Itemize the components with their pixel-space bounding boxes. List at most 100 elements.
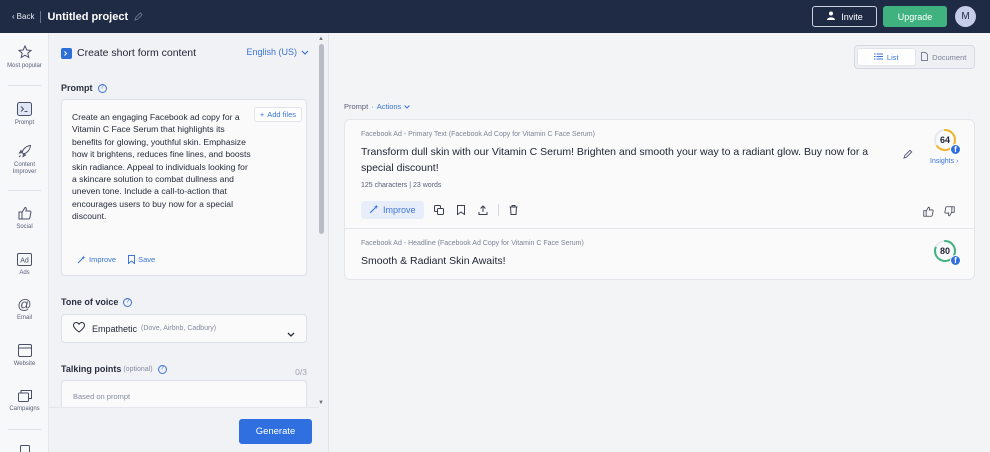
add-files-button[interactable]: + Add files — [253, 107, 302, 122]
save-label: Save — [138, 255, 156, 264]
result-text[interactable]: Transform dull skin with our Vitamin C S… — [361, 145, 901, 176]
nav-item-social[interactable]: Social — [0, 205, 49, 231]
language-label: English (US) — [246, 47, 297, 57]
copy-icon[interactable] — [432, 203, 446, 217]
plus-icon: + — [259, 110, 265, 119]
form-scrollbar[interactable]: ▲ ▼ — [317, 36, 326, 406]
scroll-thumb[interactable] — [319, 44, 324, 234]
nav-label: Content Improver — [12, 162, 37, 175]
chevron-left-icon: ‹ — [12, 12, 15, 21]
prompt-text: Create an engaging Facebook ad copy for … — [72, 112, 251, 222]
bookmark-icon[interactable] — [454, 203, 468, 217]
ad-icon: Ad — [17, 251, 33, 267]
view-document-label: Document — [932, 52, 967, 62]
nav-item-prompt[interactable]: Prompt — [0, 101, 49, 127]
nav-item-ads[interactable]: Ad Ads — [0, 251, 49, 277]
improve-label: Improve — [383, 205, 416, 215]
edit-title-icon[interactable] — [134, 8, 143, 26]
help-icon[interactable]: ? — [97, 83, 107, 93]
actions-label: Actions — [376, 102, 402, 111]
results-list: Facebook Ad - Primary Text (Facebook Ad … — [344, 119, 975, 280]
insights-link[interactable]: Insights › — [930, 158, 958, 165]
results-area: List Document Prompt · Actions Facebook … — [330, 33, 990, 452]
result-label: Facebook Ad - Headline (Facebook Ad Copy… — [361, 240, 584, 247]
help-icon[interactable]: ? — [157, 364, 167, 374]
nav-label: Website — [13, 361, 36, 367]
heart-icon — [72, 320, 86, 338]
language-select[interactable]: English (US) — [246, 47, 309, 57]
prompt-label: Prompt — [344, 102, 369, 111]
document-icon — [921, 51, 929, 63]
view-document-button[interactable]: Document — [916, 48, 973, 66]
generate-button[interactable]: Generate — [239, 419, 312, 444]
thumbs-up-icon — [17, 205, 33, 221]
thumbs-up-icon[interactable] — [923, 204, 934, 222]
star-icon — [17, 44, 33, 60]
nav-label: Ads — [19, 270, 30, 276]
tone-label: Tone of voice — [61, 297, 119, 307]
nav-item-most-popular[interactable]: Most popular — [0, 44, 49, 70]
talking-points-input[interactable]: Based on prompt — [61, 380, 307, 410]
save-prompt-button[interactable]: Save — [128, 255, 155, 264]
talking-points-label: Talking points — [61, 364, 122, 374]
chevron-down-icon — [287, 324, 295, 342]
help-icon[interactable]: ? — [123, 297, 133, 307]
add-files-label: Add files — [267, 110, 296, 119]
upgrade-button[interactable]: Upgrade — [883, 6, 947, 27]
optional-label: (optional) — [123, 365, 153, 373]
improve-result-button[interactable]: Improve — [361, 201, 424, 219]
nav-divider — [8, 85, 41, 86]
prompt-section-label: Prompt ? — [61, 83, 107, 93]
nav-item-email[interactable]: @ Email — [0, 296, 49, 322]
thumbs-down-icon[interactable] — [944, 204, 955, 222]
trash-icon[interactable] — [507, 203, 521, 217]
nav-item-campaigns[interactable]: Campaigns — [0, 387, 49, 413]
back-button[interactable]: ‹ Back — [12, 12, 34, 21]
separator-dot: · — [371, 102, 374, 111]
magic-wand-icon — [369, 204, 379, 216]
score-gauge: 80 f — [933, 239, 961, 267]
nav-item-website[interactable]: Website — [0, 342, 49, 368]
divider — [497, 204, 499, 216]
share-icon[interactable] — [476, 203, 490, 217]
scroll-up-icon[interactable]: ▲ — [318, 36, 324, 42]
prompt-actions-bar: Prompt · Actions — [344, 102, 411, 111]
left-nav: Most popular Prompt Content Improver Soc… — [0, 33, 49, 452]
rocket-icon — [17, 143, 33, 159]
improve-prompt-button[interactable]: Improve — [77, 255, 116, 264]
chevron-down-icon — [404, 102, 411, 111]
nav-item-more[interactable] — [0, 443, 49, 452]
facebook-icon: f — [950, 144, 961, 155]
tone-value: Empathetic — [92, 323, 138, 334]
list-icon — [873, 53, 883, 62]
improve-label: Improve — [89, 255, 117, 264]
tone-section-label: Tone of voice ? — [61, 297, 133, 307]
actions-menu[interactable]: Actions — [377, 102, 411, 111]
result-meta: 125 characters | 23 words — [361, 182, 442, 189]
avatar[interactable]: M — [955, 6, 976, 27]
terminal-icon — [17, 101, 33, 117]
nav-divider — [8, 429, 41, 430]
talking-points-count: 0/3 — [295, 367, 307, 377]
svg-text:Ad: Ad — [20, 257, 29, 264]
layers-icon — [17, 387, 33, 403]
result-card: Facebook Ad - Headline (Facebook Ad Copy… — [345, 228, 974, 279]
scroll-down-icon[interactable]: ▼ — [318, 400, 324, 406]
nav-label: Most popular — [7, 63, 42, 69]
view-list-button[interactable]: List — [857, 48, 916, 66]
project-title[interactable]: Untitled project — [47, 11, 128, 23]
score-gauge: 64 f — [933, 128, 961, 156]
nav-label: Campaigns — [9, 406, 40, 412]
invite-button[interactable]: Invite — [812, 6, 877, 27]
user-add-icon — [826, 11, 836, 22]
result-card: Facebook Ad - Primary Text (Facebook Ad … — [345, 120, 974, 228]
result-text[interactable]: Smooth & Radiant Skin Awaits! — [361, 254, 901, 270]
talking-points-section-label: Talking points (optional) ? — [61, 364, 167, 374]
nav-item-content-improver[interactable]: Content Improver — [0, 143, 49, 176]
bookmark-icon — [128, 255, 136, 264]
prompt-label: Prompt — [61, 83, 93, 93]
nav-label: Social — [16, 224, 33, 230]
tone-of-voice-select[interactable]: Empathetic (Dove, Airbnb, Cadbury) — [61, 314, 307, 343]
edit-icon[interactable] — [903, 146, 913, 164]
prompt-textarea[interactable]: Create an engaging Facebook ad copy for … — [61, 99, 307, 276]
